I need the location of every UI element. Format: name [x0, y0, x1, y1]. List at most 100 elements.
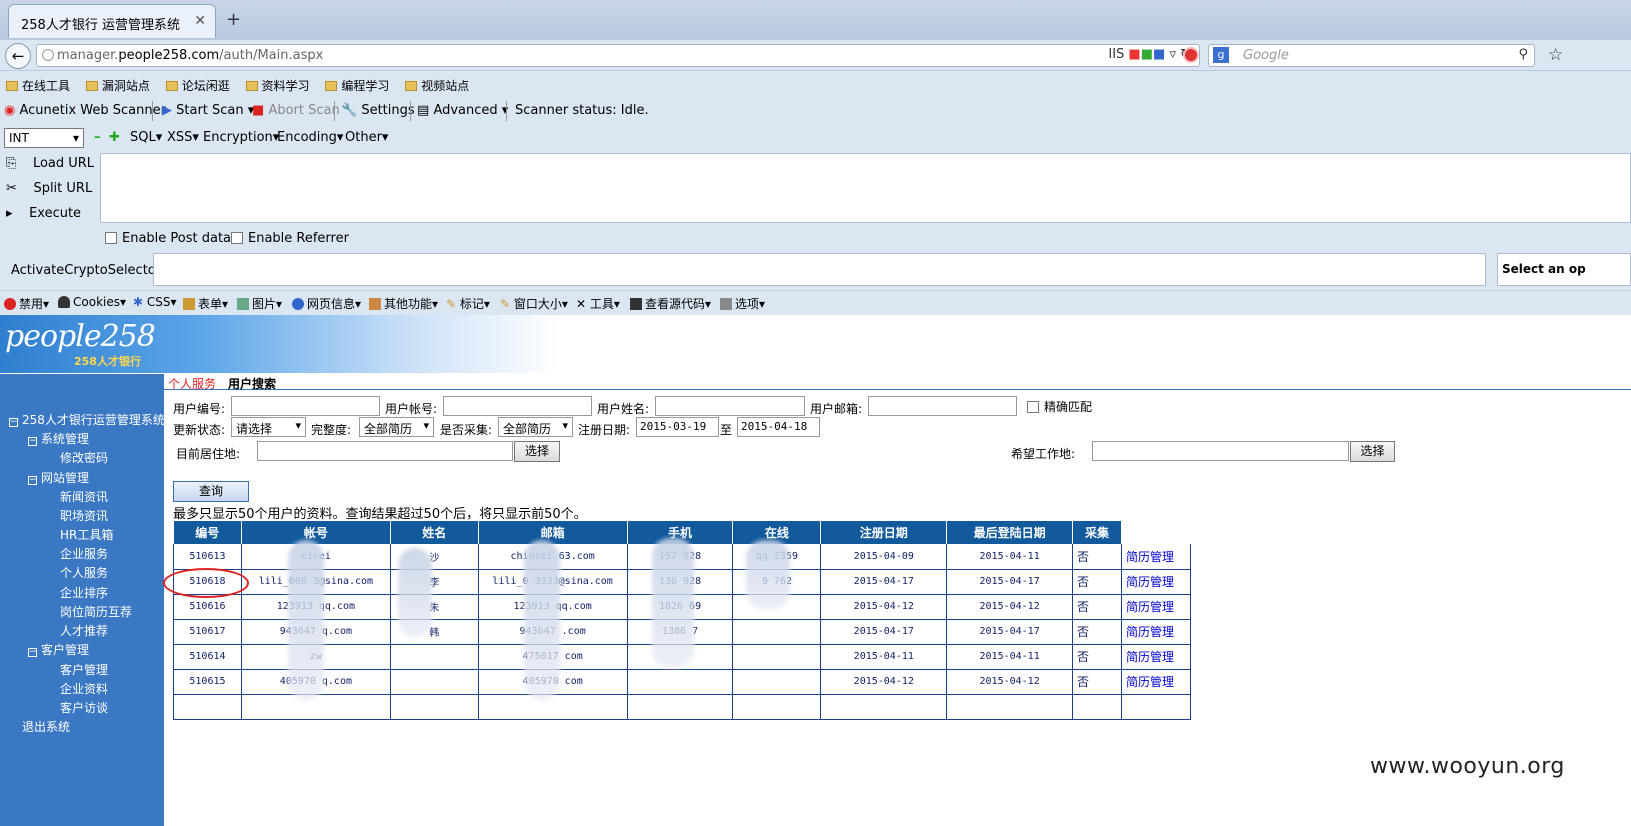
date-to-input[interactable]: 2015-04-18	[737, 417, 820, 437]
crypto-input[interactable]	[153, 253, 1486, 286]
search-input[interactable]: g Google ⚲	[1208, 44, 1535, 67]
current-location-input[interactable]	[257, 441, 513, 461]
resume-manage-link[interactable]: 简历管理	[1120, 544, 1192, 570]
sidebar-tree: −258人才银行运营管理系统 − 系统管理 修改密码 − 网站管理 新闻资讯 职场资…	[0, 374, 165, 826]
bookmark-folder[interactable]: 论坛闲逛	[165, 77, 230, 94]
form-menu[interactable]: 表单▾	[183, 295, 228, 312]
bookmark-star-icon[interactable]: ☆	[1548, 45, 1563, 65]
logout-link[interactable]: 退出系统	[22, 718, 70, 735]
sql-menu[interactable]: SQL▾	[130, 130, 162, 145]
exact-match-checkbox[interactable]: 精确匹配	[1027, 398, 1092, 415]
scanner-status: Scanner status: Idle.	[515, 103, 649, 118]
tree-item[interactable]: 企业服务	[60, 545, 108, 562]
options-menu[interactable]: 选项▾	[720, 295, 765, 312]
encryption-menu[interactable]: Encryption▾	[203, 130, 279, 145]
split-url-button[interactable]: ✂ Split URL	[6, 181, 92, 196]
tree-item[interactable]: 新闻资讯	[60, 488, 108, 505]
user-email-input[interactable]	[868, 396, 1017, 416]
tab-personal-service[interactable]: 个人服务	[168, 375, 216, 392]
table-cell	[626, 694, 734, 720]
resume-manage-link[interactable]: 简历管理	[1120, 669, 1192, 695]
tree-root[interactable]: −258人才银行运营管理系统	[9, 411, 165, 428]
acunetix-title[interactable]: ◉ Acunetix Web Scanner	[4, 103, 166, 118]
update-status-select[interactable]: 请选择	[231, 417, 306, 437]
other-menu[interactable]: Other▾	[345, 130, 388, 145]
bookmark-folder[interactable]: 编程学习	[325, 77, 389, 94]
collapse-icon[interactable]: −	[28, 648, 37, 657]
tree-item[interactable]: 个人服务	[60, 564, 108, 581]
tree-group-website[interactable]: − 网站管理	[28, 469, 89, 486]
new-tab-icon[interactable]: +	[226, 9, 241, 30]
outline-menu[interactable]: ✎ 标记▾	[446, 295, 490, 312]
misc-menu[interactable]: 其他功能▾	[369, 295, 438, 312]
address-bar[interactable]: manager.people258.com/auth/Main.aspx IIS…	[36, 44, 1200, 67]
user-account-input[interactable]	[443, 396, 592, 416]
bookmark-folder[interactable]: 资料学习	[245, 77, 310, 94]
int-select[interactable]: INT ▾	[4, 128, 84, 148]
resume-manage-link[interactable]: 简历管理	[1120, 619, 1192, 645]
tree-item[interactable]: 客户管理	[60, 661, 108, 678]
collapse-icon[interactable]: −	[28, 437, 37, 446]
completeness-select[interactable]: 全部简历	[359, 417, 434, 437]
tree-item[interactable]: 职场资讯	[60, 507, 108, 524]
block-icon[interactable]	[1183, 47, 1199, 63]
desired-location-input[interactable]	[1092, 441, 1349, 461]
advanced-button[interactable]: ▤ Advanced ▾	[417, 103, 508, 118]
tree-group-system[interactable]: − 系统管理	[28, 430, 89, 447]
minus-icon[interactable]: –	[94, 130, 101, 145]
resume-manage-link[interactable]: 简历管理	[1120, 594, 1192, 620]
tree-item[interactable]: 人才推荐	[60, 622, 108, 639]
close-tab-icon[interactable]: ✕	[194, 13, 206, 29]
disable-menu[interactable]: 禁用▾	[4, 295, 49, 312]
execute-button[interactable]: ▸ Execute	[6, 206, 81, 221]
table-cell	[173, 694, 242, 720]
tab-user-search[interactable]: 用户搜索	[228, 375, 276, 392]
enable-referrer-checkbox[interactable]: Enable Referrer	[231, 231, 349, 246]
load-url-button[interactable]: ⎘ Load URL	[6, 156, 94, 171]
images-menu[interactable]: 图片▾	[237, 295, 282, 312]
tree-item[interactable]: 企业排序	[60, 584, 108, 601]
tree-item[interactable]: HR工具箱	[60, 526, 113, 543]
bookmark-folder[interactable]: 在线工具	[6, 77, 70, 94]
user-name-input[interactable]	[655, 396, 805, 416]
col-header: 编号	[173, 521, 242, 544]
query-button[interactable]: 查询	[173, 481, 249, 502]
start-scan-button[interactable]: ▶ Start Scan ▾	[162, 103, 254, 118]
page-info-menu[interactable]: 网页信息▾	[292, 295, 361, 312]
resize-menu[interactable]: ✎ 窗口大小▾	[500, 295, 568, 312]
form-icon	[183, 298, 195, 310]
view-source-menu[interactable]: 查看源代码▾	[630, 295, 711, 312]
back-arrow-icon[interactable]: ←	[5, 43, 31, 69]
settings-button[interactable]: 🔧 Settings	[341, 103, 415, 118]
choose-current-location-button[interactable]: 选择	[514, 441, 560, 462]
resume-manage-link[interactable]: 简历管理	[1120, 644, 1192, 670]
user-id-input[interactable]	[231, 396, 380, 416]
tree-item[interactable]: 企业资料	[60, 680, 108, 697]
abort-scan-button[interactable]: ■ Abort Scan	[252, 103, 340, 118]
cookies-menu[interactable]: Cookies▾	[58, 295, 126, 309]
plus-icon[interactable]: ✚	[109, 130, 120, 145]
search-icon[interactable]: ⚲	[1518, 47, 1528, 62]
collected-select[interactable]: 全部简历	[498, 417, 573, 437]
tree-group-customer[interactable]: − 客户管理	[28, 641, 89, 658]
bookmark-folder[interactable]: 视频站点	[405, 77, 469, 94]
encoding-menu[interactable]: Encoding▾	[277, 130, 343, 145]
col-header: 姓名	[390, 521, 479, 544]
date-from-input[interactable]: 2015-03-19	[636, 417, 719, 437]
tools-menu[interactable]: ✕ 工具▾	[576, 295, 620, 312]
select-op-dropdown[interactable]: Select an op	[1497, 253, 1631, 286]
tree-item[interactable]: 客户访谈	[60, 699, 108, 716]
xss-menu[interactable]: XSS▾	[167, 130, 199, 145]
images-label: 图片	[252, 297, 277, 311]
resume-manage-link[interactable]: 简历管理	[1120, 569, 1192, 595]
tree-item[interactable]: 修改密码	[60, 449, 108, 466]
tree-item[interactable]: 岗位简历互荐	[60, 603, 132, 620]
choose-desired-location-button[interactable]: 选择	[1350, 441, 1395, 462]
collapse-icon[interactable]: −	[9, 418, 18, 427]
collapse-icon[interactable]: −	[28, 476, 37, 485]
css-menu[interactable]: ✱ CSS▾	[133, 295, 177, 309]
bookmark-folder[interactable]: 漏洞站点	[85, 77, 150, 94]
enable-post-checkbox[interactable]: Enable Post data	[105, 231, 231, 246]
url-textarea[interactable]	[100, 153, 1631, 223]
browser-tab[interactable]: 258人才银行 运营管理系统 ✕	[8, 4, 216, 38]
